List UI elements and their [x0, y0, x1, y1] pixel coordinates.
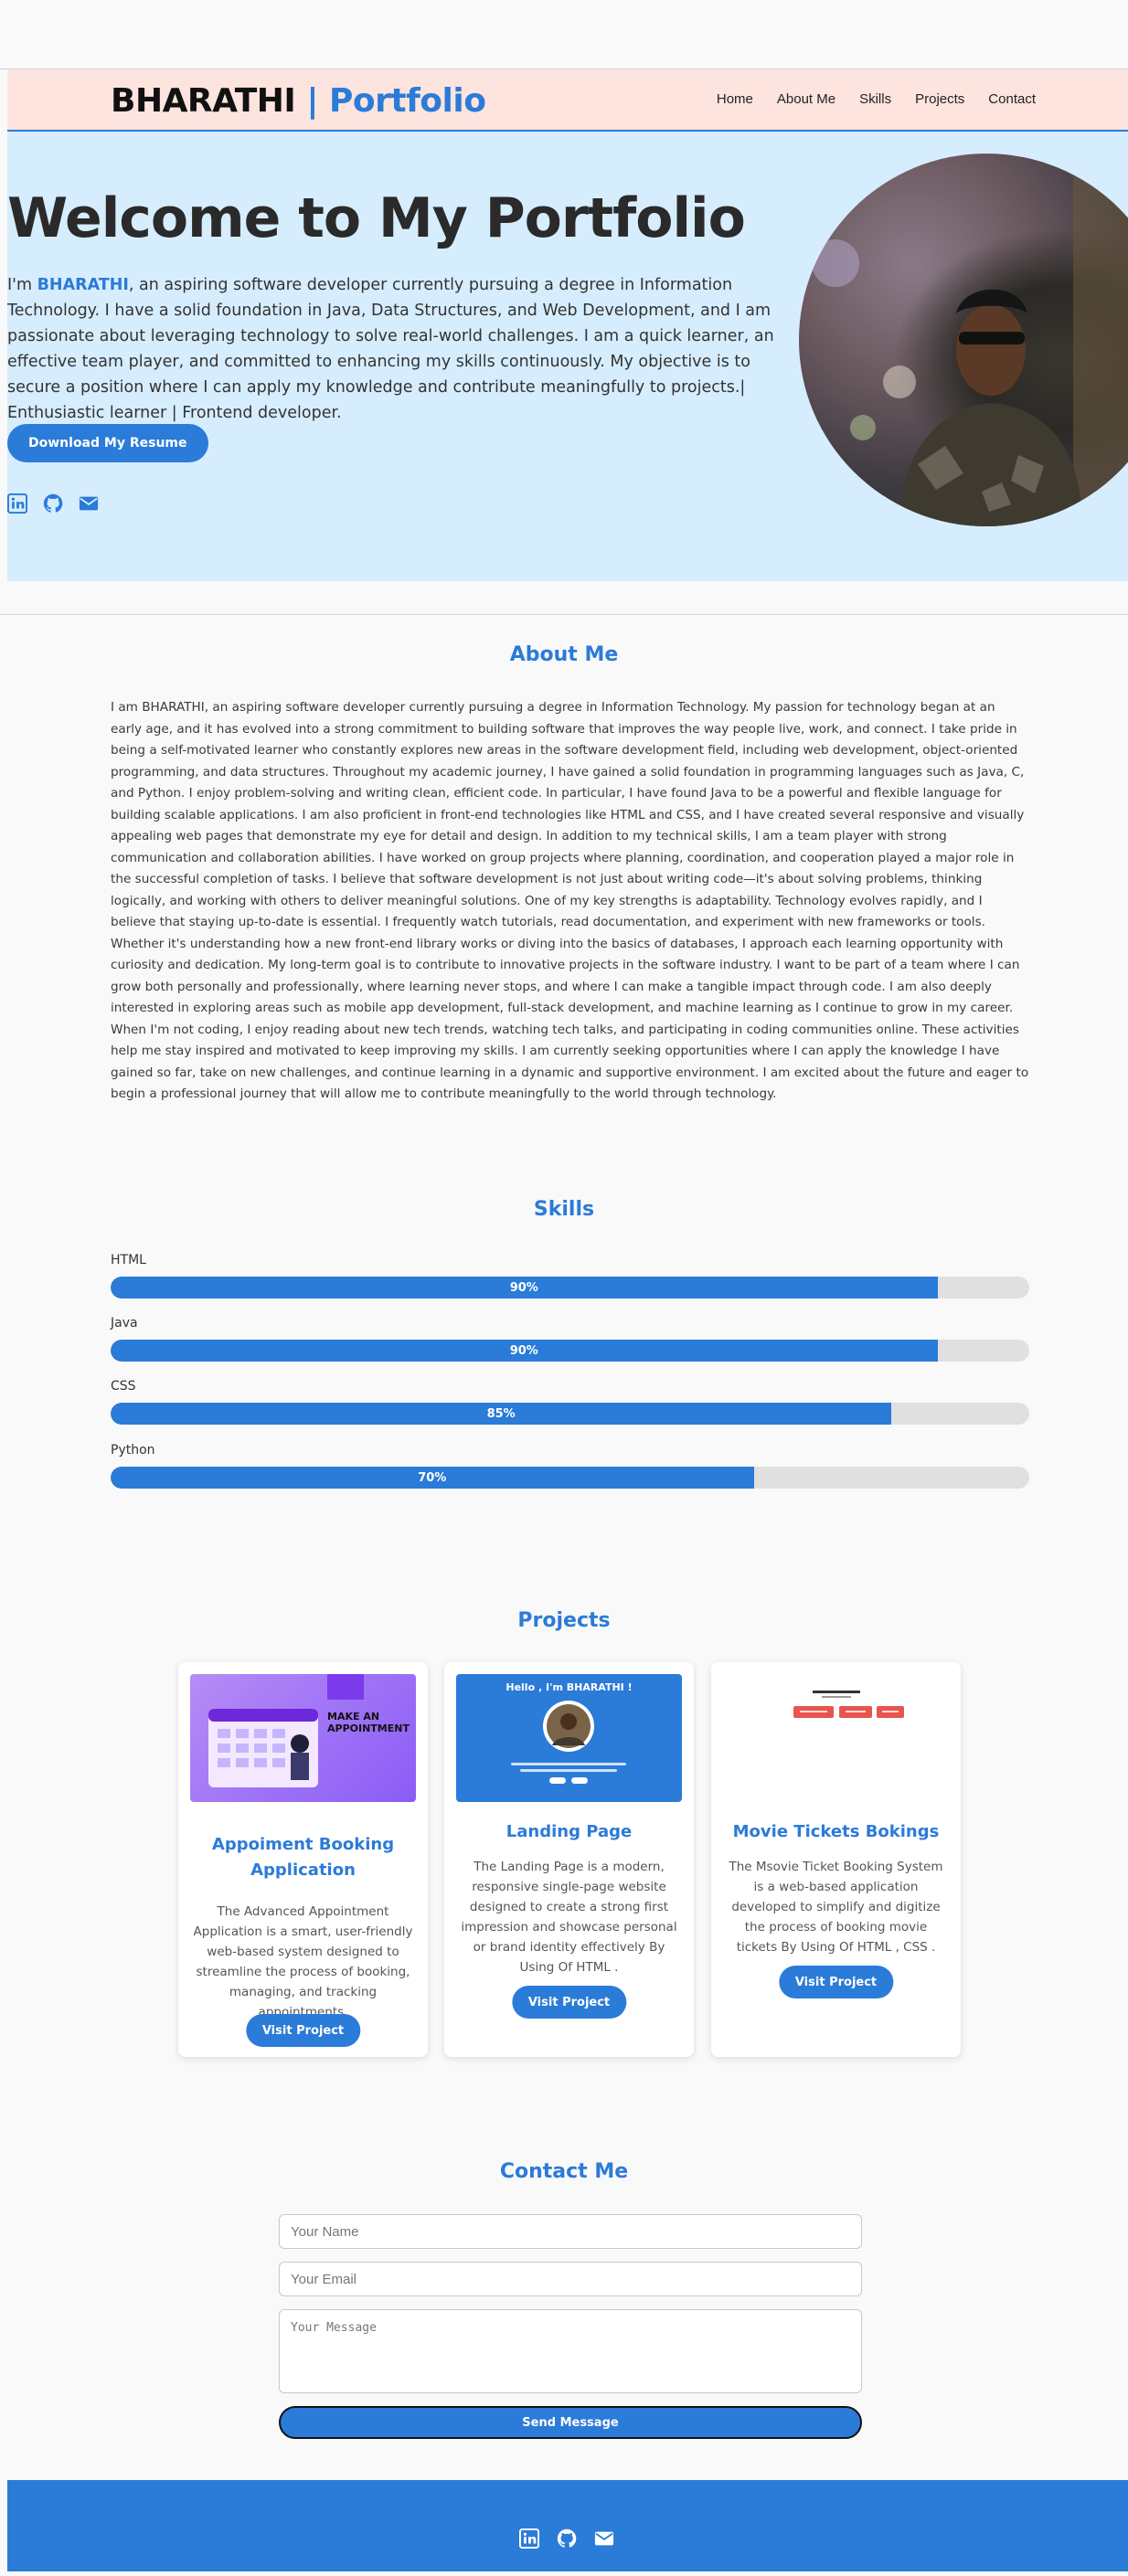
intro-name: BHARATHI — [37, 276, 129, 294]
linkedin-icon[interactable] — [518, 2528, 540, 2549]
project-title: Movie Tickets Bokings — [732, 1822, 940, 1841]
nav-about[interactable]: About Me — [777, 91, 835, 107]
project-title: Landing Page — [505, 1822, 633, 1841]
skills-title: Skills — [533, 1198, 595, 1221]
hero-section: Welcome to My Portfolio I'm BHARATHI, an… — [6, 132, 1128, 581]
skill-java: Java 90% — [111, 1316, 1029, 1362]
skill-bar-track: 90% — [111, 1277, 1029, 1299]
github-icon[interactable] — [557, 2528, 577, 2549]
footer-social-links — [518, 2528, 614, 2549]
envelope-icon[interactable] — [594, 2528, 614, 2549]
contact-title: Contact Me — [499, 2160, 629, 2183]
thumbnail-caption: MAKE AN APPOINTMENT — [327, 1711, 410, 1734]
skill-bar-track: 85% — [111, 1403, 1029, 1425]
project-description: The Msovie Ticket Booking System is a we… — [729, 1860, 943, 1955]
about-text: I am BHARATHI, an aspiring software deve… — [111, 700, 1029, 1101]
envelope-icon[interactable] — [79, 493, 99, 514]
skill-bar-fill: 70% — [111, 1467, 754, 1489]
projects-title: Projects — [517, 1609, 611, 1632]
project-card-appointment: MAKE AN APPOINTMENT Appoiment Booking Ap… — [178, 1662, 428, 2057]
profile-photo — [799, 154, 1128, 526]
download-resume-button[interactable]: Download My Resume — [7, 424, 208, 462]
about-title: About Me — [509, 643, 619, 666]
nav-home[interactable]: Home — [717, 91, 753, 107]
github-icon[interactable] — [43, 493, 63, 514]
intro-prefix: I'm — [7, 276, 37, 294]
skill-python: Python 70% — [111, 1443, 1029, 1489]
brand-separator: | — [306, 82, 318, 120]
skill-bar-fill: 90% — [111, 1340, 938, 1362]
intro-text: , an aspiring software developer current… — [7, 276, 774, 422]
message-field[interactable]: Your Message — [279, 2309, 862, 2393]
project-title: Appoiment Booking Application — [211, 1835, 395, 1880]
brand-name: BHARATHI — [111, 82, 296, 120]
skill-name: CSS — [111, 1379, 136, 1394]
hero-intro: I'm BHARATHI, an aspiring software devel… — [7, 272, 803, 426]
visit-project-button[interactable]: Visit Project — [778, 1966, 894, 1998]
hero-title: Welcome to My Portfolio — [7, 186, 746, 250]
skill-css: CSS 85% — [111, 1379, 1029, 1425]
project-thumbnail — [723, 1674, 949, 1802]
project-description: The Advanced Appointment Application is … — [193, 1904, 413, 2019]
brand-suffix: Portfolio — [329, 82, 486, 120]
brand-logo[interactable]: BHARATHI | Portfolio — [111, 82, 486, 120]
skill-bar-fill: 85% — [111, 1403, 892, 1425]
name-field[interactable]: Your Name — [279, 2214, 862, 2249]
skill-bar-track: 70% — [111, 1467, 1029, 1489]
skill-name: Java — [111, 1316, 138, 1330]
project-description: The Landing Page is a modern, responsive… — [461, 1860, 677, 1975]
email-field[interactable]: Your Email — [279, 2262, 862, 2296]
skill-bar-fill: 90% — [111, 1277, 938, 1299]
main-nav: Home About Me Skills Projects Contact — [717, 91, 1036, 107]
hero-social-links — [6, 493, 99, 514]
section-divider — [0, 614, 1128, 615]
project-card-landing: Hello , I'm BHARATHI ! Landing Page The … — [444, 1662, 694, 2057]
project-card-movie: Movie Tickets Bokings The Msovie Ticket … — [711, 1662, 961, 2057]
project-thumbnail: Hello , I'm BHARATHI ! — [456, 1674, 682, 1802]
thumbnail-caption: Hello , I'm BHARATHI ! — [505, 1681, 633, 1693]
skill-html: HTML 90% — [111, 1253, 1029, 1299]
site-footer — [7, 2480, 1128, 2571]
nav-contact[interactable]: Contact — [988, 91, 1036, 107]
skill-name: HTML — [111, 1253, 146, 1267]
skill-name: Python — [111, 1443, 155, 1458]
project-thumbnail: MAKE AN APPOINTMENT — [190, 1674, 416, 1802]
nav-projects[interactable]: Projects — [915, 91, 964, 107]
visit-project-button[interactable]: Visit Project — [511, 1986, 627, 2019]
skill-bar-track: 90% — [111, 1340, 1029, 1362]
visit-project-button[interactable]: Visit Project — [245, 2014, 361, 2047]
linkedin-icon[interactable] — [6, 493, 28, 514]
site-header: BHARATHI | Portfolio Home About Me Skill… — [7, 69, 1128, 132]
send-message-button[interactable]: Send Message — [279, 2406, 862, 2439]
nav-skills[interactable]: Skills — [859, 91, 891, 107]
